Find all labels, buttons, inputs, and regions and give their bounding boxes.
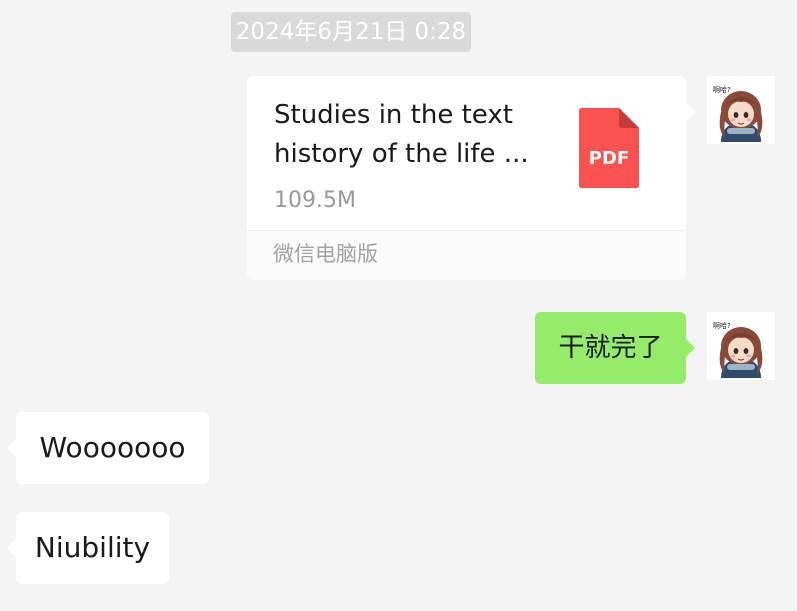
received-message-bubble[interactable]: Niubility: [7, 512, 169, 584]
pdf-icon-label: PDF: [589, 148, 629, 169]
sent-message-bubble[interactable]: 干就完了: [535, 312, 695, 384]
timestamp: 2024年6月21日 0:28: [231, 12, 471, 52]
file-name-line-1: Studies in the text: [274, 100, 513, 130]
file-message-card[interactable]: Studies in the text history of the life …: [247, 76, 695, 280]
chat-window: 2024年6月21日 0:28 Studies in the text hist…: [0, 0, 797, 611]
file-source-label: 微信电脑版: [273, 242, 378, 266]
received-message-bubble[interactable]: Wooooooo: [7, 412, 209, 484]
file-size: 109.5M: [274, 188, 356, 213]
file-name: Studies in the text history of the life …: [274, 96, 544, 174]
file-name-line-2: history of the life ...: [274, 139, 529, 169]
avatar-caption: 啊哈?: [713, 322, 731, 330]
my-avatar[interactable]: 啊哈?: [707, 76, 775, 144]
file-card-footer: 微信电脑版: [247, 230, 686, 280]
avatar-caption: 啊哈?: [713, 86, 731, 94]
my-avatar[interactable]: 啊哈?: [707, 312, 775, 380]
pdf-file-icon: PDF: [579, 108, 639, 188]
